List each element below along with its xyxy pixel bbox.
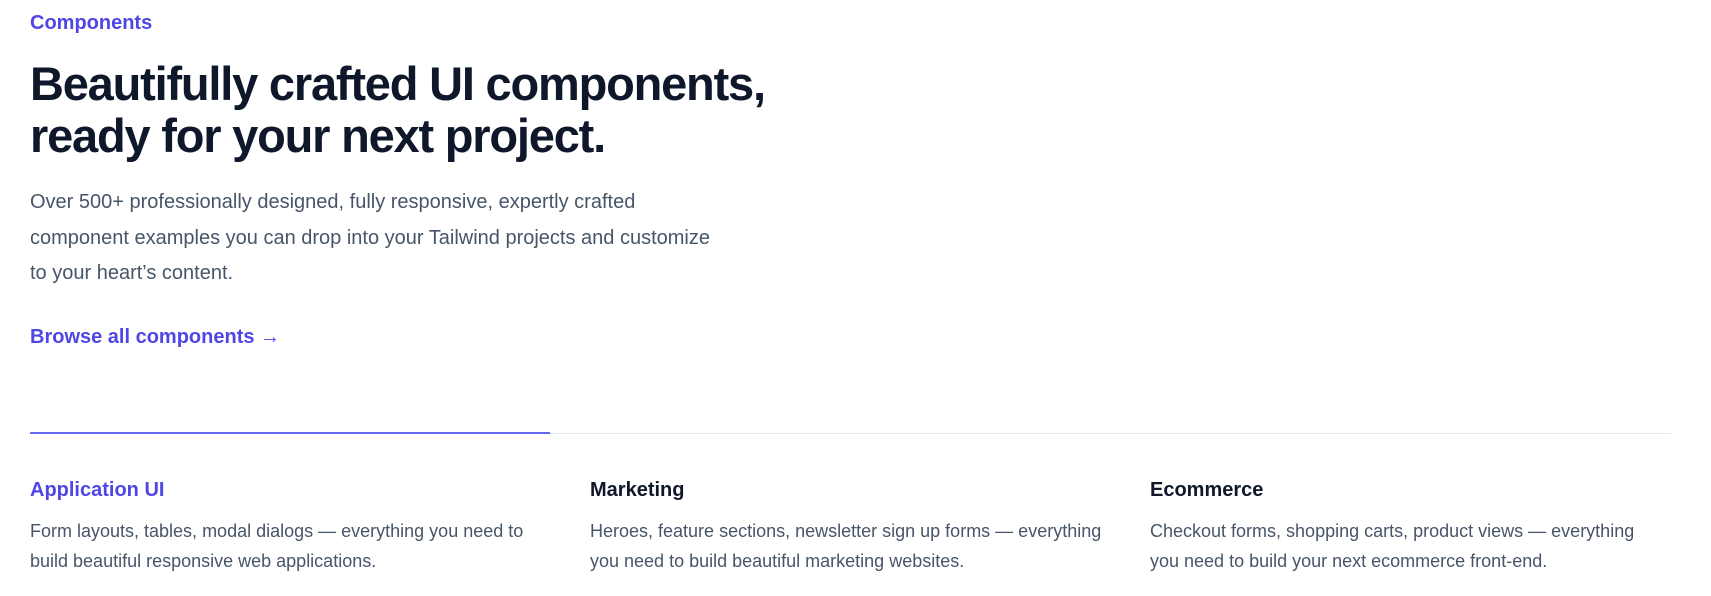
tab-title: Marketing [590,479,685,501]
section-eyebrow: Components [30,12,153,34]
tab-description: Heroes, feature sections, newsletter sig… [590,521,1102,571]
tab-title: Application UI [30,479,165,501]
tab-application-ui[interactable]: Application UI Form layouts, tables, mod… [30,478,560,576]
tab-description: Checkout forms, shopping carts, product … [1150,521,1635,571]
hero-description: Over 500+ professionally designed, fully… [30,191,710,284]
tab-description: Form layouts, tables, modal dialogs — ev… [30,521,524,571]
page-headline: Beautifully crafted UI components, ready… [30,57,766,162]
active-tab-indicator [30,432,550,434]
tab-ecommerce[interactable]: Ecommerce Checkout forms, shopping carts… [1150,478,1680,576]
browse-all-components-link[interactable]: Browse all components → [30,326,280,349]
tab-title: Ecommerce [1150,479,1264,501]
tab-marketing[interactable]: Marketing Heroes, feature sections, news… [590,478,1120,576]
